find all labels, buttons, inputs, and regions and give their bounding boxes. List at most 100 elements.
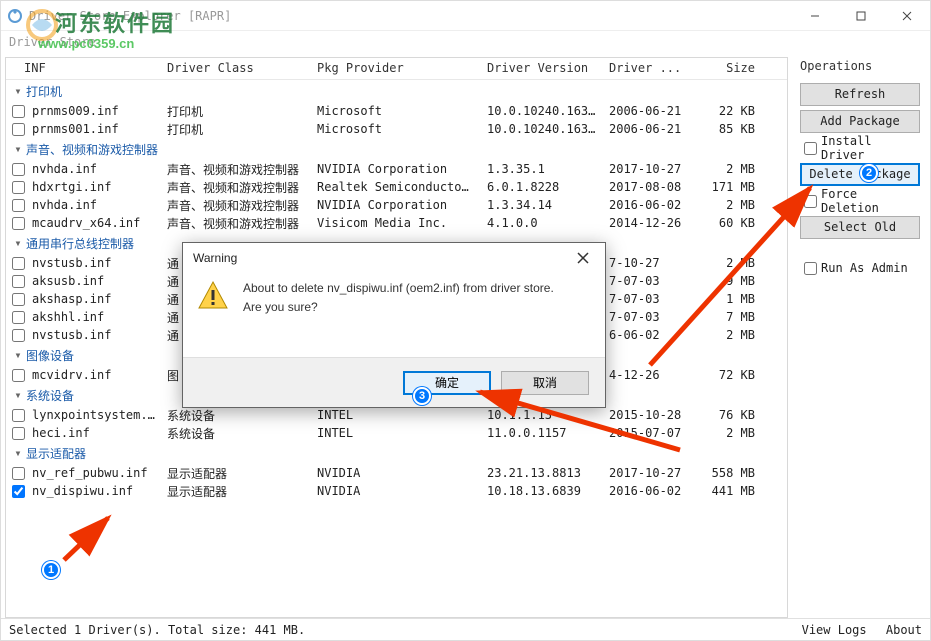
row-checkbox-input[interactable] xyxy=(12,163,25,176)
table-row[interactable]: prnms009.inf打印机Microsoft10.0.10240.16384… xyxy=(6,102,787,120)
operations-title: Operations xyxy=(800,59,922,79)
force-deletion-checkbox[interactable]: Force Deletion xyxy=(800,190,922,212)
row-checkbox-input[interactable] xyxy=(12,485,25,498)
cell-inf: nvhda.inf xyxy=(32,195,161,215)
cell-date: 4-12-26 xyxy=(603,365,691,385)
row-checkbox[interactable] xyxy=(12,427,28,440)
row-checkbox-input[interactable] xyxy=(12,293,25,306)
group-header[interactable]: ▾打印机 xyxy=(6,80,787,102)
row-checkbox[interactable] xyxy=(12,275,28,288)
row-checkbox-input[interactable] xyxy=(12,329,25,342)
force-deletion-input[interactable] xyxy=(804,195,817,208)
group-header[interactable]: ▾声音、视频和游戏控制器 xyxy=(6,138,787,160)
force-deletion-label: Force Deletion xyxy=(821,187,922,215)
cell-inf: nvstusb.inf xyxy=(32,325,161,345)
cell-inf: akshhl.inf xyxy=(32,307,161,327)
row-checkbox[interactable] xyxy=(12,409,28,422)
cell-inf: aksusb.inf xyxy=(32,271,161,291)
group-name: 打印机 xyxy=(26,83,62,100)
row-checkbox-input[interactable] xyxy=(12,427,25,440)
table-row[interactable]: lynxpointsystem.inf系统设备INTEL10.1.1.13201… xyxy=(6,406,787,424)
row-checkbox-input[interactable] xyxy=(12,275,25,288)
row-checkbox-input[interactable] xyxy=(12,217,25,230)
cell-inf: hdxrtgi.inf xyxy=(32,177,161,197)
collapse-icon: ▾ xyxy=(12,388,24,402)
cell-version: 10.1.1.13 xyxy=(481,405,603,425)
col-class[interactable]: Driver Class xyxy=(161,58,311,79)
table-row[interactable]: mcaudrv_x64.inf声音、视频和游戏控制器Visicom Media … xyxy=(6,214,787,232)
cell-date: 2017-10-27 xyxy=(603,463,691,483)
col-inf[interactable]: INF xyxy=(6,58,161,79)
dialog-close-button[interactable] xyxy=(567,247,599,269)
table-row[interactable]: nvhda.inf声音、视频和游戏控制器NVIDIA Corporation1.… xyxy=(6,160,787,178)
close-button[interactable] xyxy=(884,1,930,31)
refresh-button[interactable]: Refresh xyxy=(800,83,920,106)
cell-provider: NVIDIA xyxy=(311,481,481,501)
row-checkbox[interactable] xyxy=(12,199,28,212)
row-checkbox[interactable] xyxy=(12,485,28,498)
collapse-icon: ▾ xyxy=(12,446,24,460)
col-provider[interactable]: Pkg Provider xyxy=(311,58,481,79)
cell-size: 1 MB xyxy=(691,289,761,309)
row-checkbox[interactable] xyxy=(12,105,28,118)
cell-inf: nvstusb.inf xyxy=(32,253,161,273)
collapse-icon: ▾ xyxy=(12,142,24,156)
install-driver-input[interactable] xyxy=(804,142,817,155)
row-checkbox[interactable] xyxy=(12,163,28,176)
col-size[interactable]: Size xyxy=(691,58,761,79)
row-checkbox-input[interactable] xyxy=(12,467,25,480)
row-checkbox-input[interactable] xyxy=(12,105,25,118)
run-as-admin-checkbox[interactable]: Run As Admin xyxy=(800,257,922,279)
cell-date: 2017-08-08 xyxy=(603,177,691,197)
row-checkbox-input[interactable] xyxy=(12,257,25,270)
cell-inf: mcvidrv.inf xyxy=(32,365,161,385)
install-driver-checkbox[interactable]: Install Driver xyxy=(800,137,922,159)
row-checkbox[interactable] xyxy=(12,293,28,306)
cell-date: 2015-10-28 xyxy=(603,405,691,425)
col-date[interactable]: Driver ... xyxy=(603,58,691,79)
cell-version: 10.0.10240.16384 xyxy=(481,101,603,121)
cell-size: 60 KB xyxy=(691,213,761,233)
menu-driver-store[interactable]: Driver Store xyxy=(9,35,96,49)
cell-date: 2015-07-07 xyxy=(603,423,691,443)
minimize-button[interactable] xyxy=(792,1,838,31)
cell-date: 7-07-03 xyxy=(603,307,691,327)
table-row[interactable]: nvhda.inf声音、视频和游戏控制器NVIDIA Corporation1.… xyxy=(6,196,787,214)
add-package-button[interactable]: Add Package xyxy=(800,110,920,133)
row-checkbox-input[interactable] xyxy=(12,409,25,422)
row-checkbox-input[interactable] xyxy=(12,311,25,324)
row-checkbox[interactable] xyxy=(12,123,28,136)
group-name: 声音、视频和游戏控制器 xyxy=(26,141,158,158)
row-checkbox-input[interactable] xyxy=(12,199,25,212)
table-row[interactable]: nv_ref_pubwu.inf显示适配器NVIDIA23.21.13.8813… xyxy=(6,464,787,482)
grid-header[interactable]: INF Driver Class Pkg Provider Driver Ver… xyxy=(6,58,787,80)
cell-size: 2 MB xyxy=(691,325,761,345)
group-header[interactable]: ▾显示适配器 xyxy=(6,442,787,464)
table-row[interactable]: nv_dispiwu.inf显示适配器NVIDIA10.18.13.683920… xyxy=(6,482,787,500)
row-checkbox[interactable] xyxy=(12,369,28,382)
table-row[interactable]: heci.inf系统设备INTEL11.0.0.11572015-07-072 … xyxy=(6,424,787,442)
row-checkbox[interactable] xyxy=(12,329,28,342)
cell-date: 2006-06-21 xyxy=(603,101,691,121)
table-row[interactable]: hdxrtgi.inf声音、视频和游戏控制器Realtek Semiconduc… xyxy=(6,178,787,196)
maximize-button[interactable] xyxy=(838,1,884,31)
row-checkbox[interactable] xyxy=(12,181,28,194)
row-checkbox[interactable] xyxy=(12,217,28,230)
col-version[interactable]: Driver Version xyxy=(481,58,603,79)
about-link[interactable]: About xyxy=(886,623,922,637)
table-row[interactable]: prnms001.inf打印机Microsoft10.0.10240.16384… xyxy=(6,120,787,138)
row-checkbox-input[interactable] xyxy=(12,123,25,136)
select-old-button[interactable]: Select Old xyxy=(800,216,920,239)
row-checkbox[interactable] xyxy=(12,257,28,270)
run-as-admin-input[interactable] xyxy=(804,262,817,275)
view-logs-link[interactable]: View Logs xyxy=(802,623,867,637)
row-checkbox-input[interactable] xyxy=(12,181,25,194)
cell-size: 9 MB xyxy=(691,271,761,291)
dialog-line1: About to delete nv_dispiwu.inf (oem2.inf… xyxy=(243,279,554,298)
cell-version: 1.3.34.14 xyxy=(481,195,603,215)
dialog-cancel-button[interactable]: 取消 xyxy=(501,371,589,395)
row-checkbox[interactable] xyxy=(12,311,28,324)
row-checkbox[interactable] xyxy=(12,467,28,480)
row-checkbox-input[interactable] xyxy=(12,369,25,382)
cell-date: 2014-12-26 xyxy=(603,213,691,233)
